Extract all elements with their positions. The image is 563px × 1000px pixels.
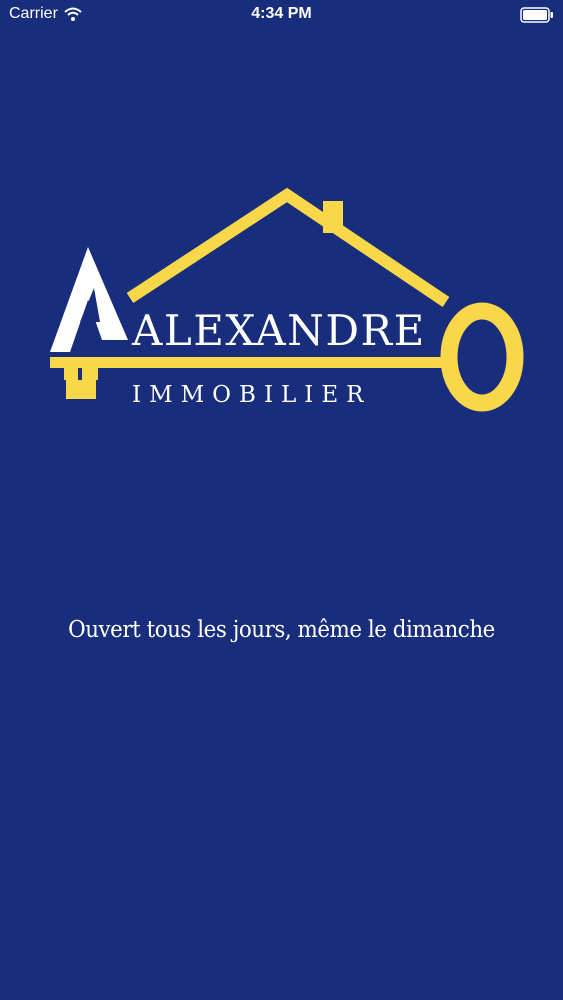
- chimney-shape: [323, 201, 343, 233]
- battery-icon: [520, 7, 553, 23]
- tagline: Ouvert tous les jours, même le dimanche: [68, 617, 495, 643]
- roof-shape: [126, 187, 450, 307]
- status-bar: Carrier 4:34 PM: [0, 0, 563, 30]
- letter-a-shape: [50, 247, 128, 352]
- house-key-logo: ALEXANDRE IMMOBILIER: [50, 187, 524, 412]
- logo-name: ALEXANDRE: [131, 306, 426, 355]
- logo-subtitle: IMMOBILIER: [132, 382, 372, 408]
- key-teeth: [64, 368, 78, 380]
- key-ring: [440, 302, 524, 412]
- key-shaft: [50, 357, 452, 368]
- status-time: 4:34 PM: [251, 5, 312, 22]
